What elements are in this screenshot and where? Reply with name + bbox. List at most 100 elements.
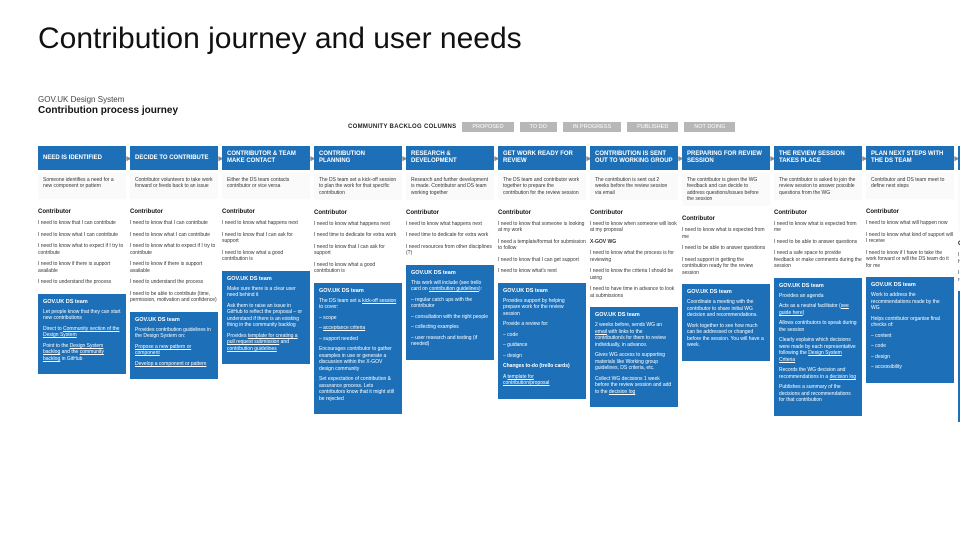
- ds-team-item: Direct to Community section of the Desig…: [43, 326, 121, 339]
- stage-summary: Contributor volunteers to take work forw…: [130, 173, 218, 199]
- contributor-heading: Contributor: [406, 210, 494, 216]
- contributor-need: I need to understand the process: [130, 279, 218, 286]
- contributor-heading: Contributor: [498, 210, 586, 216]
- contributor-need: I need a template/format for submission …: [498, 239, 586, 252]
- legend-pill: TO DO: [520, 122, 557, 132]
- contributor-need: I need to know that someone is looking a…: [498, 221, 586, 234]
- ds-team-item: Coordinate a meeting with the contributo…: [687, 299, 765, 319]
- contributor-need: I need to be able to answer questions: [682, 245, 770, 252]
- ds-team-item: The DS team set a kick-off session to co…: [319, 298, 397, 311]
- stage-summary: The contributor is asked to join the rev…: [774, 173, 862, 200]
- stage-header: CONTRIBUTOR & TEAM MAKE CONTACT▸: [222, 146, 310, 170]
- contributor-heading: Contributor: [38, 209, 126, 215]
- contributor-need: I need to know what to expect if I try t…: [38, 243, 126, 256]
- stage-summary: The contributor is given the WG feedback…: [682, 173, 770, 206]
- contributor-need: I need to know what happens next: [406, 221, 494, 228]
- contributor-need: I need to know what is expected from me: [774, 221, 862, 234]
- stage-header: RESEARCH & DEVELOPMENT▸: [406, 146, 494, 170]
- contributor-need: I need to know what will happen now: [866, 220, 954, 227]
- ds-team-item: – support needed: [319, 336, 397, 343]
- ds-team-item: – acceptance criteria: [319, 325, 397, 332]
- ds-team-item: Point to the Design System backlog and t…: [43, 343, 121, 363]
- ds-team-item: Ask them to raise an issue in GitHub to …: [227, 303, 305, 329]
- ds-team-item: – design: [503, 353, 581, 360]
- contributor-need: I need to know when someone will look at…: [590, 221, 678, 234]
- ds-team-box: GOV.UK DS team Let people know that they …: [38, 294, 126, 375]
- legend: COMMUNITY BACKLOG COLUMNS PROPOSED TO DO…: [348, 122, 960, 132]
- contributor-need: I need to know what happens next: [222, 220, 310, 227]
- stage-column: DECIDE TO CONTRIBUTE▸Contributor volunte…: [130, 146, 218, 422]
- stage-header: CONTRIBUTION IS SENT OUT TO WORKING GROU…: [590, 146, 678, 170]
- ds-team-heading: GOV.UK DS team: [227, 276, 305, 283]
- ds-team-box: GOV.UK DS teamProvides an agendaActs as …: [774, 278, 862, 416]
- ds-team-item: Propose a new pattern or component: [135, 344, 213, 357]
- contributor-need: I need to have time in advance to look a…: [590, 286, 678, 299]
- ds-team-item: – user research and testing (if needed): [411, 335, 489, 348]
- ds-team-item: Provides contribution guidelines in the …: [135, 327, 213, 340]
- stage-summary: The DS team set a kick-off session to pl…: [314, 173, 402, 200]
- ds-team-item: – scope: [319, 315, 397, 322]
- contributor-need: I need to know what a good contribution …: [314, 262, 402, 275]
- ds-team-item: Provides support by helping prepare work…: [503, 298, 581, 318]
- contributor-need: I need to know that I can ask for suppor…: [314, 244, 402, 257]
- contributor-heading: Contributor: [130, 209, 218, 215]
- ds-team-item: This work will include (see trello card …: [411, 280, 489, 293]
- contributor-heading: Contributor: [866, 209, 954, 215]
- contributor-need: I need to know what happens next: [314, 221, 402, 228]
- stage-column: PLAN NEXT STEPS WITH THE DS TEAM▸ Contrib…: [866, 146, 954, 422]
- ds-team-item: Provides an agenda: [779, 293, 857, 300]
- stage-columns: NEED IS IDENTIFIED▸ Someone identifies a …: [38, 146, 960, 422]
- stage-summary: Research and further development is made…: [406, 173, 494, 200]
- stage-summary: The contribution is sent out 2 weeks bef…: [590, 173, 678, 200]
- ds-team-heading: GOV.UK DS team: [135, 317, 213, 324]
- contributor-need: I need time to dedicate for extra work: [406, 232, 494, 239]
- contributor-need: X-GOV WG: [590, 239, 678, 246]
- ds-team-item: – design: [871, 354, 949, 361]
- contributor-need: I need to know what to expect if I try t…: [130, 243, 218, 256]
- ds-team-item: Changes to-do (trello cards): [503, 363, 581, 370]
- ds-team-item: – content: [871, 333, 949, 340]
- stage-column: GET WORK READY FOR REVIEW▸The DS team an…: [498, 146, 586, 422]
- contributor-need: I need to know that I can contribute: [38, 220, 126, 227]
- stage-column: RESEARCH & DEVELOPMENT▸ Research and furt…: [406, 146, 494, 422]
- ds-team-box: GOV.UK DS teamWork to address the recomm…: [866, 277, 954, 383]
- legend-pill: PROPOSED: [462, 122, 513, 132]
- contributor-need: I need to be able to answer questions: [774, 239, 862, 246]
- ds-team-heading: GOV.UK DS team: [411, 270, 489, 277]
- stage-summary: Someone identifies a need for a new comp…: [38, 173, 126, 199]
- stage-header: PLAN NEXT STEPS WITH THE DS TEAM▸: [866, 146, 954, 170]
- stage-header: NEED IS IDENTIFIED▸: [38, 146, 126, 170]
- ds-team-box: GOV.UK DS team Provides contribution guid…: [130, 312, 218, 380]
- contributor-need: I need to know what is expected from me: [682, 227, 770, 240]
- ds-team-item: Helps contributor organise final checks …: [871, 316, 949, 329]
- ds-team-item: Work to address the recommendations made…: [871, 292, 949, 312]
- ds-team-item: Clearly explains which decisions were ma…: [779, 337, 857, 363]
- ds-team-item: – consultation with the right people: [411, 314, 489, 321]
- ds-team-item: Gives WG access to supporting materials …: [595, 352, 673, 372]
- ds-team-item: Encourages contributor to gather example…: [319, 346, 397, 372]
- ds-team-item: – collecting examples: [411, 324, 489, 331]
- contributor-heading: Contributor: [682, 216, 770, 222]
- legend-pill: PUBLISHED: [627, 122, 678, 132]
- stage-column: CONTRIBUTION IS SENT OUT TO WORKING GROU…: [590, 146, 678, 422]
- ds-team-item: – code: [503, 332, 581, 339]
- ds-team-item: Develop a component or pattern: [135, 361, 213, 368]
- ds-team-heading: GOV.UK DS team: [43, 299, 121, 306]
- contributor-need: I need to know what's next: [498, 268, 586, 275]
- slide: Contribution journey and user needs GOV.…: [0, 0, 960, 540]
- ds-team-item: 2 weeks before, sends WG an email with l…: [595, 322, 673, 348]
- journey-diagram: GOV.UK Design System Contribution proces…: [38, 95, 960, 422]
- stage-summary: The DS team and contributor work togethe…: [498, 173, 586, 200]
- contributor-need: I need time to dedicate for extra work: [314, 232, 402, 239]
- stage-column: NEED IS IDENTIFIED▸ Someone identifies a …: [38, 146, 126, 422]
- ds-team-item: Allows contributors to speak during the …: [779, 320, 857, 333]
- ds-team-item: – code: [871, 343, 949, 350]
- contributor-need: I need to know the criteria I should be …: [590, 268, 678, 281]
- contributor-heading: Contributor: [774, 210, 862, 216]
- ds-team-heading: GOV.UK DS team: [595, 312, 673, 319]
- contributor-need: I need to know what kind of support will…: [866, 232, 954, 245]
- stage-summary: Contributor and DS team meet to define n…: [866, 173, 954, 199]
- ds-team-item: Records the WG decision and recommendati…: [779, 367, 857, 380]
- ds-team-heading: GOV.UK DS team: [687, 289, 765, 296]
- ds-team-item: Let people know that they can start new …: [43, 309, 121, 322]
